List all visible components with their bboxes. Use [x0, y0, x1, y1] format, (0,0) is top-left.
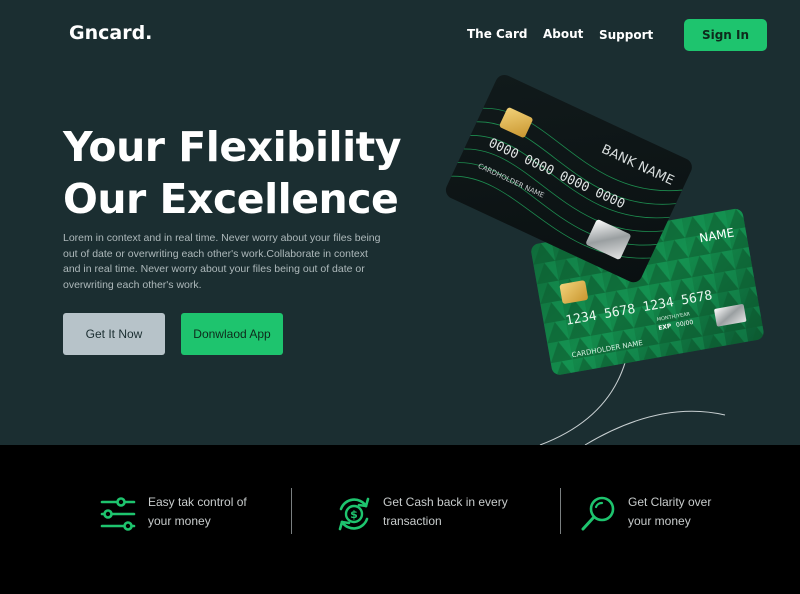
feature-control: Easy tak control of your money [100, 495, 247, 533]
sliders-icon [100, 497, 136, 531]
nav-link-about[interactable]: About [543, 27, 583, 41]
divider [560, 488, 561, 534]
headline-line-1: Your Flexibility [63, 123, 401, 171]
get-it-now-button[interactable]: Get It Now [63, 313, 165, 355]
features-section: Easy tak control of your money $ Get Cas… [0, 445, 800, 594]
download-app-button[interactable]: Donwlaod App [181, 313, 283, 355]
magnifier-icon [581, 496, 615, 531]
hero-section: Gncard. The Card About Support Sign In Y… [0, 0, 800, 445]
svg-text:$: $ [350, 508, 358, 521]
feature-text: Easy tak control of your money [148, 495, 247, 528]
nav-link-the-card[interactable]: The Card [467, 27, 527, 41]
feature-text: Get Clarity over your money [628, 495, 712, 528]
feature-text: Get Cash back in every transaction [383, 495, 508, 528]
brand-logo[interactable]: Gncard. [69, 22, 152, 44]
hero-description: Lorem in context and in real time. Never… [63, 232, 381, 291]
hero-headline: Your Flexibility Our Excellence [63, 121, 401, 225]
feature-clarity: Get Clarity over your money [580, 495, 711, 533]
cashback-icon: $ [338, 497, 370, 531]
headline-line-2: Our Excellence [63, 175, 399, 223]
feature-cashback: $ Get Cash back in every transaction [335, 495, 508, 533]
divider [291, 488, 292, 534]
credit-cards-illustration: NAME 1234 5678 1234 5678 MONTH/YEAR EXP … [445, 74, 764, 445]
sign-in-button[interactable]: Sign In [684, 19, 767, 51]
nav-link-support[interactable]: Support [599, 28, 653, 42]
decorative-arc [584, 410, 726, 445]
